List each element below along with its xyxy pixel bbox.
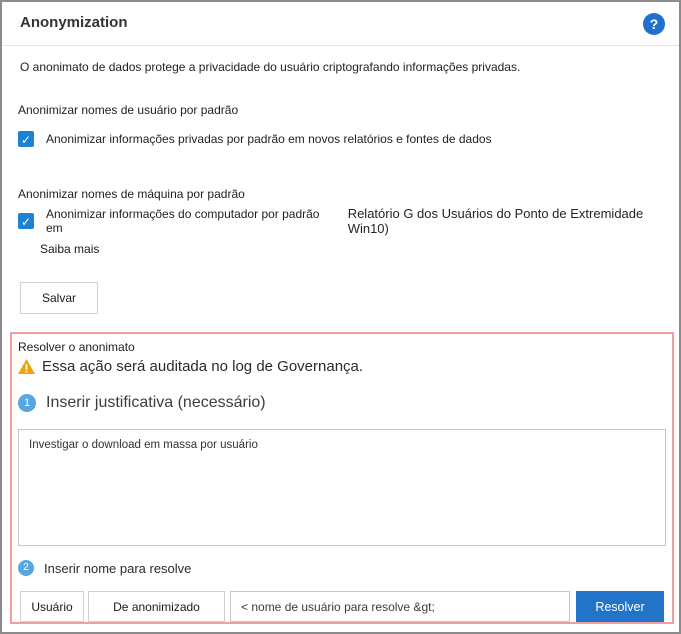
report-name-text: Relatório G dos Usuários do Ponto de Ext… xyxy=(348,206,679,236)
page-description: O anonimato de dados protege a privacida… xyxy=(20,60,520,74)
anonymize-usernames-label: Anonimizar nomes de usuário por padrão xyxy=(18,103,238,117)
anonymize-machines-label: Anonimizar nomes de máquina por padrão xyxy=(18,187,245,201)
step1-row: 1 Inserir justificativa (necessário) xyxy=(18,394,266,412)
resolve-panel-title: Resolver o anonimato xyxy=(18,340,135,354)
step2-label: Inserir nome para resolve xyxy=(44,561,191,576)
resolve-controls-row: Usuário De anonimizado Resolver xyxy=(20,591,664,622)
anonymize-usernames-checkbox[interactable]: ✓ xyxy=(18,131,34,147)
header-divider xyxy=(2,45,679,46)
warning-icon xyxy=(18,359,35,374)
save-button[interactable]: Salvar xyxy=(20,282,98,314)
step1-label: Inserir justificativa (necessário) xyxy=(46,394,266,412)
audit-warning-row: Essa ação será auditada no log de Govern… xyxy=(18,358,363,375)
page-title: Anonymization xyxy=(20,14,128,31)
audit-warning-text: Essa ação será auditada no log de Govern… xyxy=(42,358,363,375)
anonymize-usernames-row: ✓ Anonimizar informações privadas por pa… xyxy=(18,131,492,147)
resolve-button[interactable]: Resolver xyxy=(576,591,664,622)
resolve-anonymity-panel: Resolver o anonimato Essa ação será audi… xyxy=(10,332,674,624)
resolve-name-input[interactable] xyxy=(230,591,570,622)
step2-row: 2 Inserir nome para resolve xyxy=(18,560,191,576)
anonymize-machines-row: ✓ Anonimizar informações do computador p… xyxy=(18,206,679,236)
anonymize-machines-checkbox[interactable]: ✓ xyxy=(18,213,34,229)
anonymize-usernames-checkbox-label: Anonimizar informações privadas por padr… xyxy=(46,132,492,146)
learn-more-link[interactable]: Saiba mais xyxy=(40,242,99,256)
deanonymize-mode-button[interactable]: De anonimizado xyxy=(88,591,225,622)
step1-number-badge: 1 xyxy=(18,394,36,412)
entity-type-button[interactable]: Usuário xyxy=(20,591,84,622)
anonymization-settings-page: Anonymization ? O anonimato de dados pro… xyxy=(0,0,681,634)
help-icon[interactable]: ? xyxy=(643,13,665,35)
anonymize-machines-checkbox-label: Anonimizar informações do computador por… xyxy=(46,207,332,235)
justification-textarea[interactable]: Investigar o download em massa por usuár… xyxy=(18,429,666,546)
step2-number-badge: 2 xyxy=(18,560,34,576)
